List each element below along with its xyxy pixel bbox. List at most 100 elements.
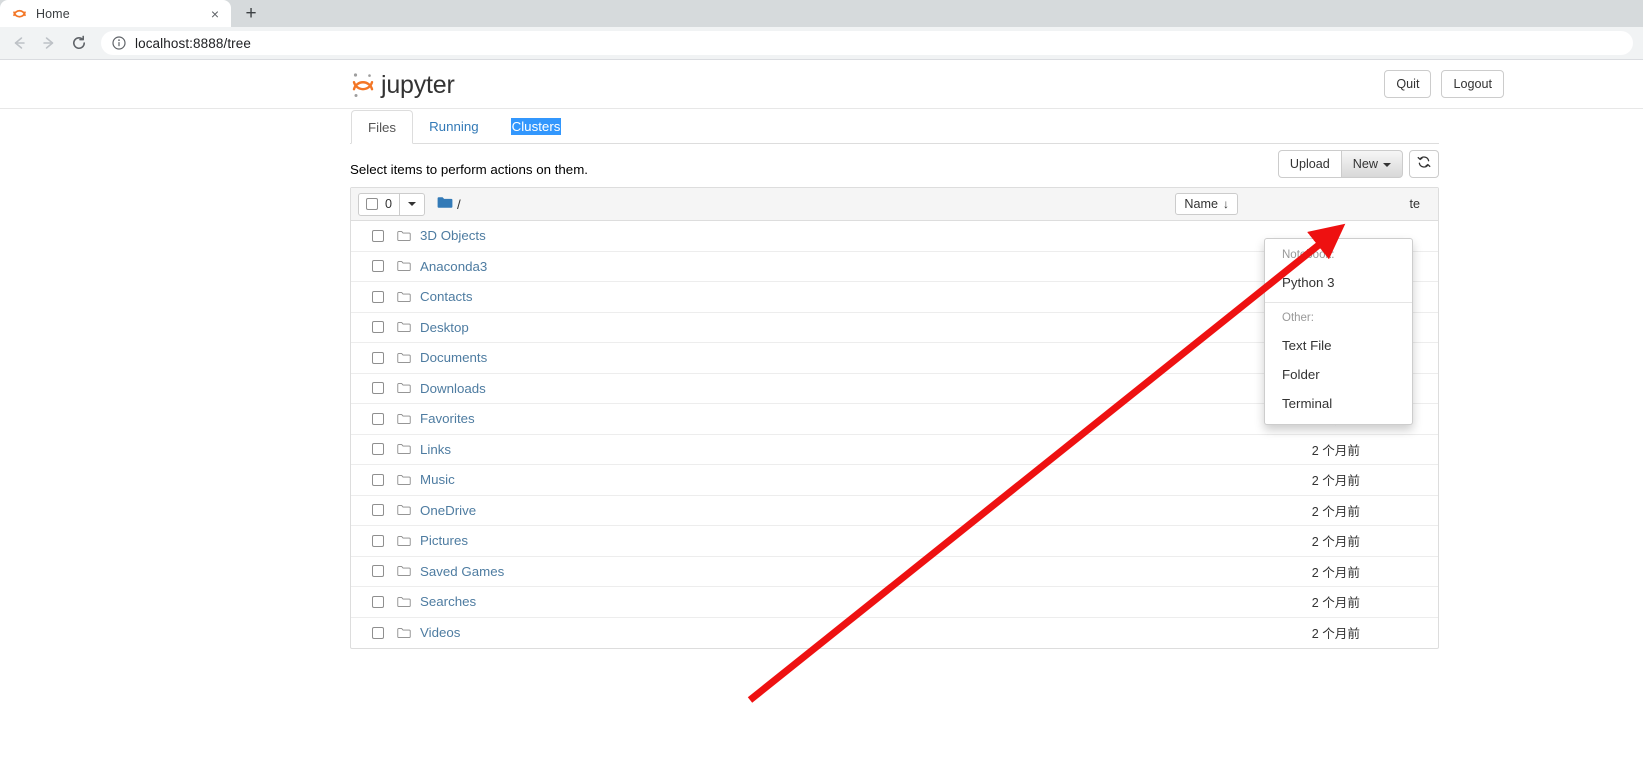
folder-icon xyxy=(397,291,411,303)
menu-item-python3[interactable]: Python 3 xyxy=(1265,268,1412,297)
file-name[interactable]: Desktop xyxy=(420,320,469,335)
row-checkbox[interactable] xyxy=(372,595,384,608)
folder-icon xyxy=(397,260,411,272)
address-bar[interactable]: localhost:8888/tree xyxy=(101,31,1633,55)
table-row[interactable]: Pictures 2 个月前 xyxy=(351,526,1438,557)
tab-files[interactable]: Files xyxy=(351,110,414,144)
quit-button[interactable]: Quit xyxy=(1384,70,1432,99)
file-modified: 2 个月前 xyxy=(1311,504,1360,519)
breadcrumb-root[interactable]: / xyxy=(457,197,461,212)
file-name[interactable]: Music xyxy=(420,472,455,487)
new-tab-button[interactable]: + xyxy=(237,0,265,27)
forward-icon[interactable] xyxy=(34,28,64,58)
select-all-dropdown[interactable] xyxy=(399,192,426,216)
chevron-down-icon xyxy=(408,202,417,206)
file-name[interactable]: Saved Games xyxy=(420,564,504,579)
site-info-icon[interactable] xyxy=(111,36,126,51)
folder-icon xyxy=(397,627,411,639)
row-checkbox[interactable] xyxy=(372,321,384,334)
browser-tab-strip: Home × + xyxy=(0,0,1643,27)
table-row[interactable]: Saved Games 2 个月前 xyxy=(351,557,1438,587)
row-checkbox[interactable] xyxy=(372,351,384,364)
row-checkbox[interactable] xyxy=(372,565,384,578)
file-modified: 2 个月前 xyxy=(1311,596,1360,611)
row-checkbox[interactable] xyxy=(372,534,384,547)
table-row[interactable]: Videos 2 个月前 xyxy=(351,618,1438,649)
folder-icon xyxy=(397,352,411,364)
folder-icon xyxy=(397,565,411,577)
close-icon[interactable]: × xyxy=(207,6,223,22)
row-checkbox[interactable] xyxy=(372,626,384,639)
back-icon[interactable] xyxy=(4,28,34,58)
file-name[interactable]: Documents xyxy=(420,350,487,365)
row-checkbox[interactable] xyxy=(372,412,384,425)
file-name[interactable]: 3D Objects xyxy=(420,228,486,243)
menu-item-terminal[interactable]: Terminal xyxy=(1265,389,1412,418)
menu-item-folder[interactable]: Folder xyxy=(1265,360,1412,389)
menu-item-text-file[interactable]: Text File xyxy=(1265,331,1412,360)
sort-label: Name xyxy=(1184,197,1218,211)
tab-running-label: Running xyxy=(429,119,479,134)
chevron-down-icon xyxy=(1383,162,1391,167)
logout-button[interactable]: Logout xyxy=(1441,70,1504,99)
select-all-checkbox-wrap[interactable]: 0 xyxy=(358,192,401,216)
jupyter-header: jupyter Quit Logout xyxy=(0,60,1643,109)
new-button-label: New xyxy=(1352,157,1378,171)
tab-clusters[interactable]: Clusters xyxy=(495,110,578,144)
file-name[interactable]: Favorites xyxy=(420,411,475,426)
file-toolbar: Upload New xyxy=(1277,150,1439,179)
row-checkbox[interactable] xyxy=(372,382,384,395)
table-row[interactable]: Searches 2 个月前 xyxy=(351,587,1438,618)
file-name[interactable]: Contacts xyxy=(420,289,472,304)
upload-button[interactable]: Upload xyxy=(1277,150,1342,179)
header-buttons: Quit Logout xyxy=(1384,70,1504,99)
actions-row: Select items to perform actions on them.… xyxy=(350,144,1439,186)
file-list-header: 0 / Name ↓ te xyxy=(351,188,1438,221)
file-modified: 2 个月前 xyxy=(1311,474,1360,489)
tab-running[interactable]: Running xyxy=(413,110,495,144)
jupyter-logo-text: jupyter xyxy=(381,70,455,99)
select-all-checkbox[interactable] xyxy=(366,198,378,210)
reload-icon[interactable] xyxy=(64,28,94,58)
refresh-icon xyxy=(1417,155,1431,173)
file-name[interactable]: Downloads xyxy=(420,381,486,396)
folder-icon xyxy=(397,596,411,608)
sort-by-name-button[interactable]: Name ↓ xyxy=(1175,193,1238,215)
new-dropdown-menu: Notebook: Python 3 Other: Text File Fold… xyxy=(1264,238,1413,425)
file-modified: 2 个月前 xyxy=(1311,565,1360,580)
row-checkbox[interactable] xyxy=(372,504,384,517)
folder-icon xyxy=(397,230,411,242)
nav-tabs: Files Running Clusters xyxy=(350,109,1439,144)
tab-clusters-label: Clusters xyxy=(510,118,562,135)
table-row[interactable]: Music 2 个月前 xyxy=(351,465,1438,496)
jupyter-logo[interactable]: jupyter xyxy=(350,69,455,101)
arrow-down-icon: ↓ xyxy=(1223,197,1229,211)
file-name[interactable]: Links xyxy=(420,442,451,457)
browser-tab-title: Home xyxy=(36,6,70,21)
dropdown-divider xyxy=(1265,301,1412,303)
row-checkbox[interactable] xyxy=(372,443,384,456)
browser-toolbar: localhost:8888/tree xyxy=(0,27,1643,60)
file-name[interactable]: OneDrive xyxy=(420,503,476,518)
file-name[interactable]: Anaconda3 xyxy=(420,259,487,274)
upload-new-group: Upload New xyxy=(1277,150,1403,179)
row-checkbox[interactable] xyxy=(372,260,384,273)
row-checkbox[interactable] xyxy=(372,229,384,242)
table-row[interactable]: OneDrive 2 个月前 xyxy=(351,496,1438,526)
file-modified: 2 个月前 xyxy=(1311,535,1360,550)
row-checkbox[interactable] xyxy=(372,473,384,486)
tab-files-label: Files xyxy=(368,120,397,135)
refresh-button[interactable] xyxy=(1409,150,1439,179)
new-button[interactable]: New xyxy=(1340,150,1403,179)
table-row[interactable]: Links 2 个月前 xyxy=(351,435,1438,465)
file-name[interactable]: Searches xyxy=(420,594,476,609)
browser-tab[interactable]: Home × xyxy=(0,0,231,27)
breadcrumb: / xyxy=(437,196,461,212)
folder-icon xyxy=(397,504,411,516)
selected-count: 0 xyxy=(385,197,393,211)
file-name[interactable]: Pictures xyxy=(420,533,468,548)
file-name[interactable]: Videos xyxy=(420,625,460,640)
folder-icon xyxy=(397,474,411,486)
row-checkbox[interactable] xyxy=(372,290,384,303)
folder-icon xyxy=(397,413,411,425)
